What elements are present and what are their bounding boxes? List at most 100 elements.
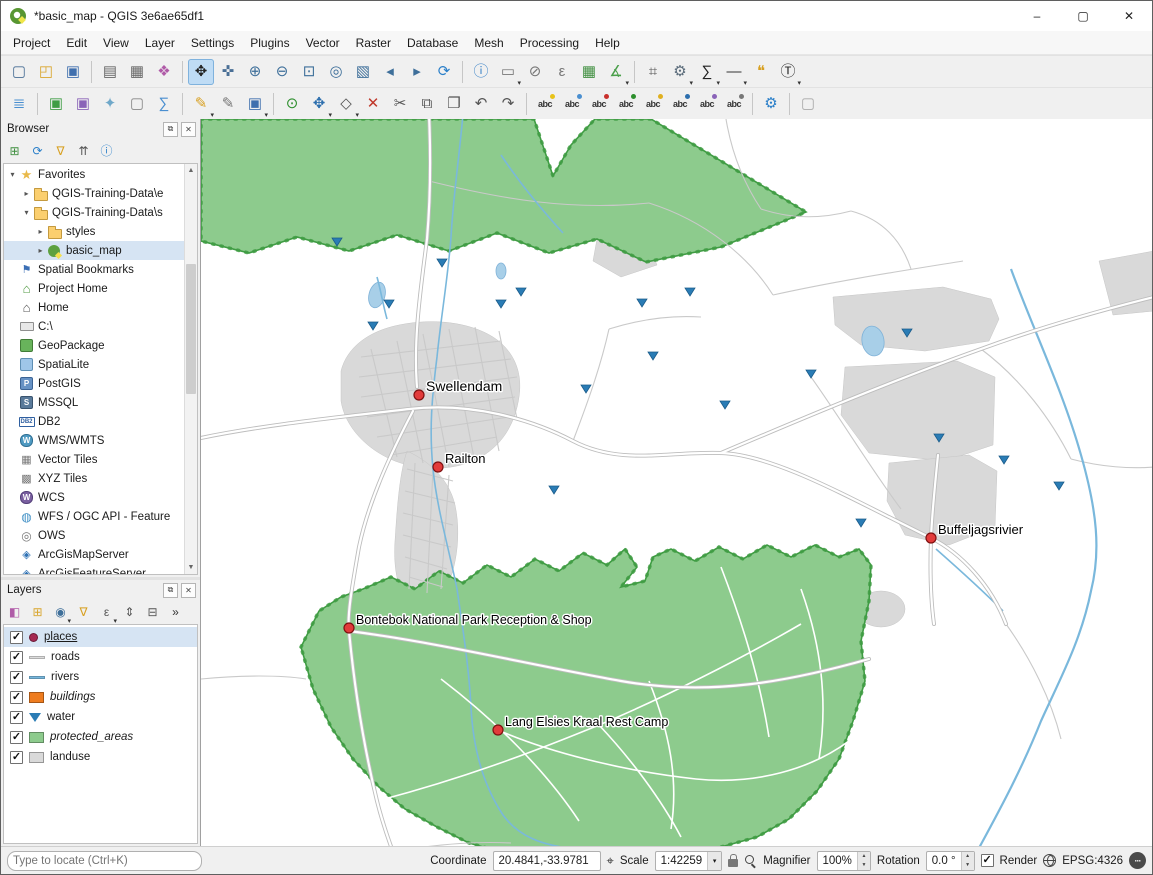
zoom-full-button[interactable]: ⊡ xyxy=(296,59,322,85)
close-button[interactable]: ✕ xyxy=(1106,1,1152,31)
map-tips-toggle-button[interactable]: ▢ xyxy=(795,91,821,117)
browser-item-geopackage[interactable]: GeoPackage xyxy=(4,336,184,355)
layer-item-protected-areas[interactable]: protected_areas xyxy=(4,727,197,747)
zoom-out-button[interactable]: ⊖ xyxy=(269,59,295,85)
zoom-last-button[interactable]: ◂ xyxy=(377,59,403,85)
browser-item-spatialite[interactable]: SpatiaLite xyxy=(4,355,184,374)
cut-features-button[interactable]: ✂ xyxy=(387,91,413,117)
browser-item-arcgismapserver[interactable]: ArcGisMapServer xyxy=(4,545,184,564)
map-canvas[interactable]: SwellendamRailtonBuffeljagsrivierBontebo… xyxy=(201,119,1152,846)
scale-lock-icon[interactable] xyxy=(728,859,738,867)
manage-map-themes-button[interactable]: ◉▾ xyxy=(50,602,71,623)
menu-vector[interactable]: Vector xyxy=(298,31,348,54)
zoom-to-selection-button[interactable]: ◎ xyxy=(323,59,349,85)
browser-item-wms-wmts[interactable]: WMS/WMTS xyxy=(4,431,184,450)
new-geopackage-layer-button[interactable]: ▣ xyxy=(43,91,69,117)
plugin-settings-button[interactable]: ⚙ xyxy=(758,91,784,117)
messages-icon[interactable] xyxy=(1129,852,1146,869)
browser-item-wcs[interactable]: WCS xyxy=(4,488,184,507)
spin-up-icon[interactable] xyxy=(858,852,870,861)
layer-visibility-checkbox[interactable] xyxy=(10,731,23,744)
deselect-features-button[interactable]: ⊘ xyxy=(522,59,548,85)
browser-item-xyz-tiles[interactable]: XYZ Tiles xyxy=(4,469,184,488)
browser-item-arcgisfeatureserver[interactable]: ArcGisFeatureServer xyxy=(4,564,184,574)
open-attribute-table-button[interactable]: ▦ xyxy=(576,59,602,85)
add-selected-layers-button[interactable]: ⊞ xyxy=(4,141,25,162)
browser-item-styles[interactable]: ▸styles xyxy=(4,222,184,241)
add-group-button[interactable]: ⊞ xyxy=(27,602,48,623)
style-manager-button[interactable]: ❖ xyxy=(151,59,177,85)
pin-unpin-labels-button[interactable]: abc xyxy=(640,91,666,117)
browser-item-basic-map[interactable]: ▸basic_map xyxy=(4,241,184,260)
browser-item-qgis-training-data-e[interactable]: ▸QGIS-Training-Data\e xyxy=(4,184,184,203)
move-label-button[interactable]: abc xyxy=(667,91,693,117)
current-edits-button[interactable]: ✎▾ xyxy=(188,91,214,117)
browser-item-home[interactable]: Home xyxy=(4,298,184,317)
menu-plugins[interactable]: Plugins xyxy=(242,31,297,54)
scroll-up-icon[interactable] xyxy=(185,164,197,177)
menu-project[interactable]: Project xyxy=(5,31,58,54)
epsg-label[interactable]: EPSG:4326 xyxy=(1062,855,1123,867)
layer-visibility-checkbox[interactable] xyxy=(10,751,23,764)
select-features-button[interactable]: ▭▾ xyxy=(495,59,521,85)
collapse-all-button[interactable]: ⇈ xyxy=(73,141,94,162)
open-project-button[interactable]: ◰ xyxy=(33,59,59,85)
minimize-button[interactable]: – xyxy=(1014,1,1060,31)
coordinate-input[interactable] xyxy=(493,851,601,871)
browser-item-vector-tiles[interactable]: Vector Tiles xyxy=(4,450,184,469)
identify-features-button[interactable]: ⓘ xyxy=(468,59,494,85)
close-panel-icon[interactable] xyxy=(181,583,196,598)
menu-layer[interactable]: Layer xyxy=(137,31,183,54)
settings-tool-button[interactable]: ⚙▾ xyxy=(667,59,693,85)
text-annotation-button[interactable]: Ⓣ▾ xyxy=(775,59,801,85)
save-project-button[interactable]: ▣ xyxy=(60,59,86,85)
browser-scrollbar[interactable] xyxy=(184,164,197,574)
measure-button[interactable]: ∡▾ xyxy=(603,59,629,85)
measure-line-button[interactable]: —▾ xyxy=(721,59,747,85)
scale-combobox[interactable]: 1:42259 xyxy=(655,851,723,871)
rotation-spinbox[interactable]: 0.0 ° xyxy=(926,851,975,871)
layer-diagram-options-button[interactable]: abc xyxy=(559,91,585,117)
scroll-down-icon[interactable] xyxy=(185,561,197,574)
remove-layer-button[interactable]: ⊟ xyxy=(142,602,163,623)
layer-item-places[interactable]: places xyxy=(4,627,197,647)
layer-item-roads[interactable]: roads xyxy=(4,647,197,667)
rotate-label-button[interactable]: abc xyxy=(694,91,720,117)
browser-item-project-home[interactable]: Project Home xyxy=(4,279,184,298)
coordinate-display-toggle-icon[interactable] xyxy=(607,854,614,867)
toggle-editing-button[interactable]: ✎ xyxy=(215,91,241,117)
float-panel-icon[interactable] xyxy=(163,583,178,598)
zoom-next-button[interactable]: ▸ xyxy=(404,59,430,85)
open-layer-styling-button[interactable]: ◧ xyxy=(4,602,25,623)
layer-labeling-options-button[interactable]: abc xyxy=(532,91,558,117)
title-bar[interactable]: *basic_map - QGIS 3e6ae65df1 – ▢ ✕ xyxy=(1,1,1152,31)
spin-down-icon[interactable] xyxy=(962,861,974,870)
vertex-tool-button[interactable]: ◇▾ xyxy=(333,91,359,117)
layer-visibility-checkbox[interactable] xyxy=(10,631,23,644)
redo-button[interactable]: ↷ xyxy=(495,91,521,117)
browser-item-c[interactable]: C:\ xyxy=(4,317,184,336)
scrollbar-thumb[interactable] xyxy=(186,264,196,394)
layer-visibility-checkbox[interactable] xyxy=(10,671,23,684)
dropdown-arrow-icon[interactable] xyxy=(707,852,721,870)
layer-item-water[interactable]: water xyxy=(4,707,197,727)
menu-processing[interactable]: Processing xyxy=(512,31,587,54)
field-calculator-button[interactable]: ⌗ xyxy=(640,59,666,85)
layer-visibility-checkbox[interactable] xyxy=(10,691,23,704)
browser-item-wfs-ogc-api-feature[interactable]: WFS / OGC API - Feature xyxy=(4,507,184,526)
layer-item-buildings[interactable]: buildings xyxy=(4,687,197,707)
magnifier-spinbox[interactable]: 100% xyxy=(817,851,871,871)
locate-input[interactable] xyxy=(7,851,202,871)
close-panel-icon[interactable] xyxy=(181,122,196,137)
menu-edit[interactable]: Edit xyxy=(58,31,95,54)
menu-settings[interactable]: Settings xyxy=(183,31,242,54)
data-source-manager-button[interactable]: ≣ xyxy=(6,91,32,117)
add-feature-button[interactable]: ⊙ xyxy=(279,91,305,117)
new-project-button[interactable]: ▢ xyxy=(6,59,32,85)
move-feature-button[interactable]: ✥▾ xyxy=(306,91,332,117)
spin-up-icon[interactable] xyxy=(962,852,974,861)
filter-legend-button[interactable]: ∇ xyxy=(73,602,94,623)
change-label-properties-button[interactable]: abc xyxy=(721,91,747,117)
menu-help[interactable]: Help xyxy=(587,31,628,54)
spin-down-icon[interactable] xyxy=(858,861,870,870)
